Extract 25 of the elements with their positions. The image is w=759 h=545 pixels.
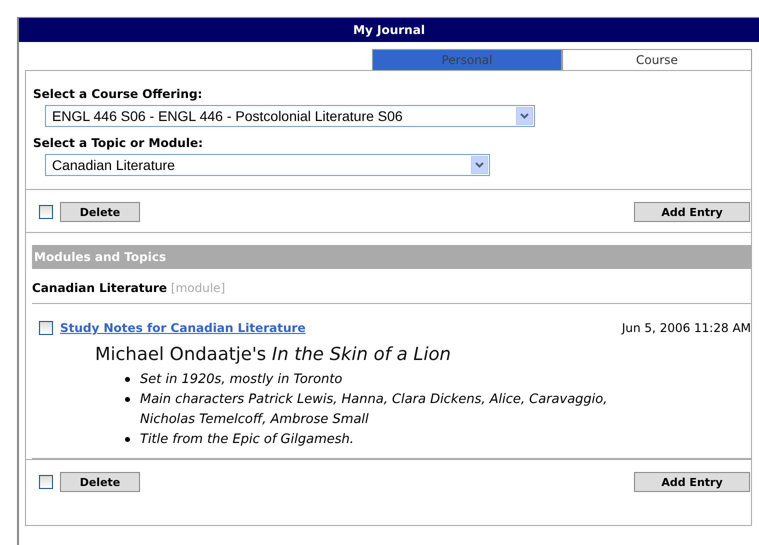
entry-heading: Michael Ondaatje's In the Skin of a Lion xyxy=(95,344,452,365)
field-label: Select a Topic or Module: xyxy=(33,136,204,150)
bullet-text: Main characters Patrick Lewis, Hanna, Clara Dickens, Alice, Caravaggio, Nicholas Temelcoff, Ambrose Small xyxy=(140,391,608,429)
add-entry-button[interactable]: Add Entry xyxy=(634,202,750,222)
tab[interactable]: Course xyxy=(562,49,752,70)
section-header: Modules and Topics xyxy=(32,245,751,269)
checkbox[interactable] xyxy=(39,475,53,489)
bullet-icon xyxy=(125,397,130,402)
add-entry-button[interactable]: Add Entry xyxy=(634,472,750,492)
field-label: Select a Course Offering: xyxy=(33,87,204,101)
checkbox[interactable] xyxy=(39,205,53,219)
module-tag: [module] xyxy=(170,281,226,295)
entry-link[interactable]: Study Notes for Canadian Literature xyxy=(60,321,306,335)
bullet-text: Title from the Epic of Gilgamesh. xyxy=(140,431,355,449)
topic-dropdown[interactable]: Canadian Literature xyxy=(45,154,490,176)
delete-button[interactable]: Delete xyxy=(60,472,140,492)
bullet-text: Set in 1920s, mostly in Toronto xyxy=(140,371,344,389)
course-offering-dropdown[interactable]: ENGL 446 S06 - ENGL 446 - Postcolonial Literature S06 xyxy=(45,105,535,127)
window-title: My Journal xyxy=(19,18,759,42)
checkbox[interactable] xyxy=(39,321,53,335)
bullet-icon xyxy=(125,437,130,442)
entry-date: Jun 5, 2006 11:28 AM xyxy=(622,321,751,335)
module-name: Canadian Literature xyxy=(32,281,168,295)
bullet-icon xyxy=(125,377,130,382)
delete-button[interactable]: Delete xyxy=(60,202,140,222)
